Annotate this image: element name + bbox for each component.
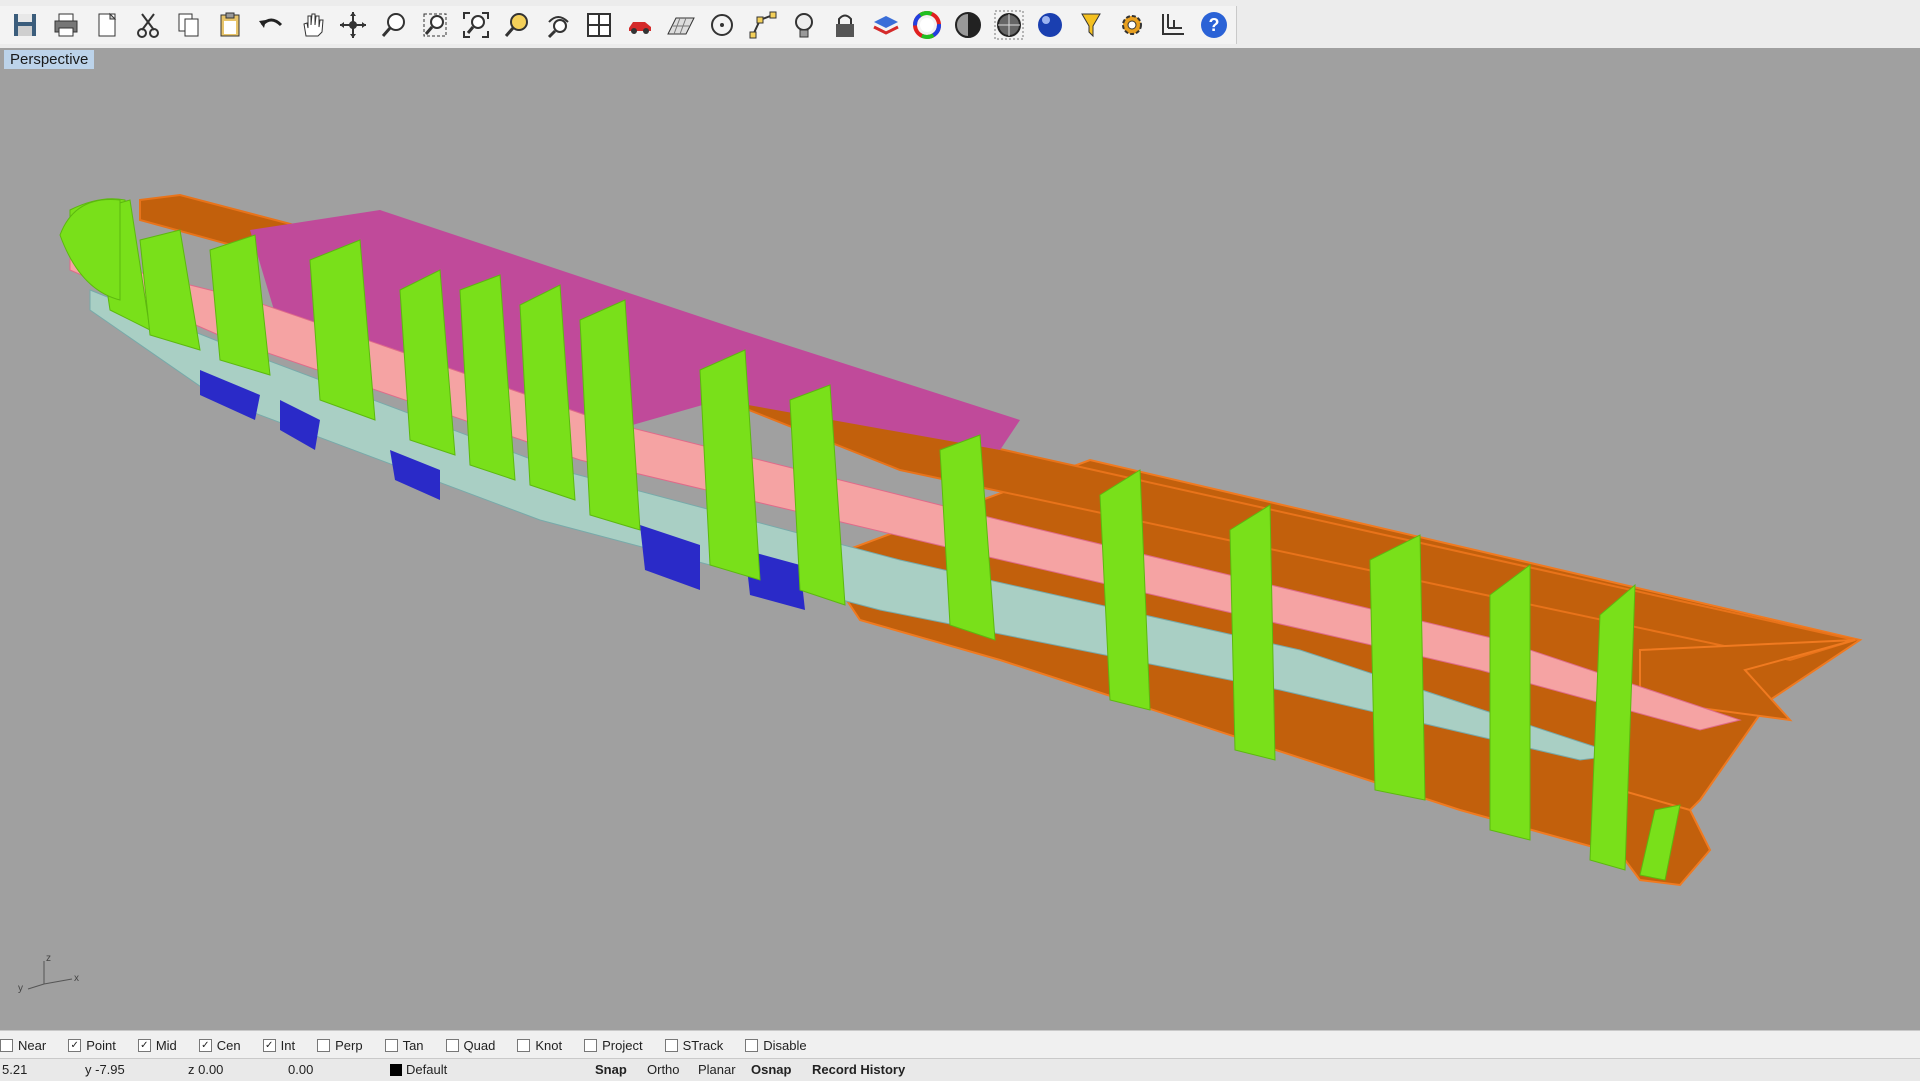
snap-disable-checkbox[interactable]: [745, 1038, 759, 1052]
snap-quad[interactable]: Quad: [445, 1038, 495, 1053]
snap-project-checkbox[interactable]: [584, 1038, 598, 1052]
axis-y-label: y: [18, 983, 23, 994]
ortho-toggle[interactable]: Ortho: [647, 1062, 680, 1077]
zoom-extents-icon[interactable]: [457, 6, 495, 44]
snap-int-checkbox[interactable]: ✓: [262, 1038, 276, 1052]
snap-int[interactable]: ✓ Int: [262, 1038, 295, 1053]
shaded-icon[interactable]: [949, 6, 987, 44]
options-gear-icon[interactable]: [1113, 6, 1151, 44]
zoom-window-icon[interactable]: [416, 6, 454, 44]
open-icon[interactable]: [88, 6, 126, 44]
zoom-selected-icon[interactable]: [498, 6, 536, 44]
copy-icon[interactable]: [170, 6, 208, 44]
snap-quad-checkbox[interactable]: [445, 1038, 459, 1052]
help-icon[interactable]: ?: [1195, 6, 1233, 44]
axis-x-label: x: [74, 973, 79, 984]
snap-project[interactable]: Project: [584, 1038, 643, 1053]
snap-disable[interactable]: Disable: [745, 1038, 807, 1053]
coord-z: z 0.00: [188, 1062, 224, 1077]
planar-toggle[interactable]: Planar: [698, 1062, 736, 1077]
cut-icon[interactable]: [129, 6, 167, 44]
snap-cen[interactable]: ✓ Cen: [198, 1038, 241, 1053]
osnap-toggle[interactable]: Osnap: [751, 1062, 791, 1077]
snap-knot-checkbox[interactable]: [517, 1038, 531, 1052]
current-layer[interactable]: Default: [390, 1062, 447, 1077]
snap-knot[interactable]: Knot: [517, 1038, 562, 1053]
save-icon[interactable]: [6, 6, 44, 44]
snap-mid-checkbox[interactable]: ✓: [137, 1038, 151, 1052]
rotate-view-icon[interactable]: [539, 6, 577, 44]
print-icon[interactable]: [47, 6, 85, 44]
select-filter-icon[interactable]: [1072, 6, 1110, 44]
snap-perp[interactable]: Perp: [317, 1038, 363, 1053]
layer-color-swatch: [390, 1064, 402, 1076]
lock-icon[interactable]: [826, 6, 864, 44]
color-wheel-icon[interactable]: [908, 6, 946, 44]
osnap-bar: Near ✓ Point ✓ Mid ✓ Cen ✓ Int Perp Tan Quad…: [0, 1030, 1920, 1059]
snap-cen-checkbox[interactable]: ✓: [198, 1038, 212, 1052]
record-history-toggle[interactable]: Record History: [812, 1062, 905, 1077]
snap-tan-checkbox[interactable]: [384, 1038, 398, 1052]
snap-point[interactable]: ✓ Point: [68, 1038, 116, 1053]
sphere-icon[interactable]: [1031, 6, 1069, 44]
car-icon[interactable]: [621, 6, 659, 44]
axis-indicator: z x y: [18, 953, 79, 994]
layer-icon[interactable]: [867, 6, 905, 44]
dimension-icon[interactable]: [1154, 6, 1192, 44]
ship-hull-model[interactable]: [0, 48, 1920, 1030]
paste-icon[interactable]: [211, 6, 249, 44]
svg-text:?: ?: [1209, 15, 1220, 35]
snap-near[interactable]: Near: [0, 1038, 46, 1053]
rotate-icon[interactable]: [334, 6, 372, 44]
snap-points-icon[interactable]: [744, 6, 782, 44]
grid-plane-icon[interactable]: [662, 6, 700, 44]
undo-icon[interactable]: [252, 6, 290, 44]
point-icon[interactable]: [703, 6, 741, 44]
coord-x: 5.21: [2, 1062, 28, 1077]
standard-toolbar: ?: [0, 6, 1237, 44]
coord-y: y -7.95: [85, 1062, 125, 1077]
snap-mid[interactable]: ✓ Mid: [137, 1038, 177, 1053]
snap-strack[interactable]: STrack: [664, 1038, 723, 1053]
pan-icon[interactable]: [293, 6, 331, 44]
snap-strack-checkbox[interactable]: [664, 1038, 678, 1052]
axis-z-label: z: [46, 953, 51, 964]
snap-tan[interactable]: Tan: [384, 1038, 424, 1053]
status-bar: 5.21 y -7.95 z 0.00 0.00 Default Snap Or…: [0, 1058, 1920, 1081]
zoom-icon[interactable]: [375, 6, 413, 44]
light-icon[interactable]: [785, 6, 823, 44]
render-icon[interactable]: [990, 6, 1028, 44]
distance-readout: 0.00: [288, 1062, 314, 1077]
snap-toggle[interactable]: Snap: [595, 1062, 627, 1077]
main-toolbar: ?: [0, 0, 1920, 49]
perspective-viewport[interactable]: Perspective z x y: [0, 48, 1920, 1030]
snap-point-checkbox[interactable]: ✓: [68, 1038, 82, 1052]
four-viewports-icon[interactable]: [580, 6, 618, 44]
snap-perp-checkbox[interactable]: [317, 1038, 331, 1052]
snap-near-checkbox[interactable]: [0, 1038, 13, 1052]
